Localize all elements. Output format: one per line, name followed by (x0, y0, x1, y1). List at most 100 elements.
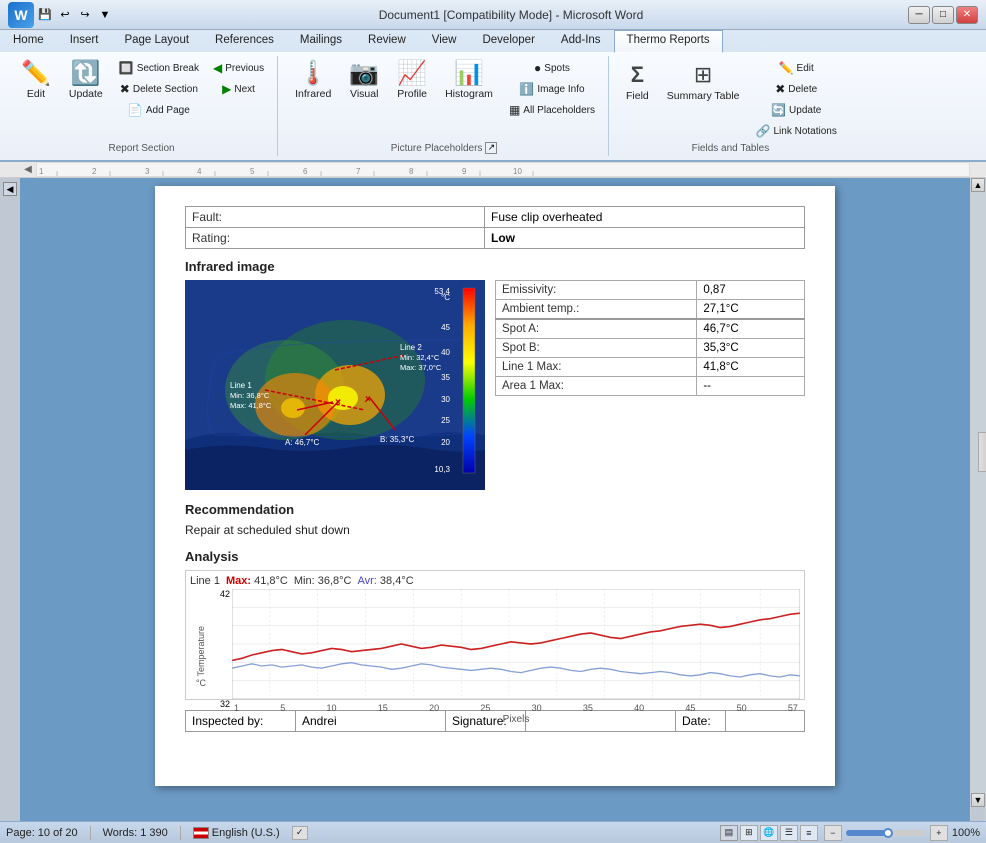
fields-edit-button[interactable]: ✏️ Edit (751, 58, 842, 78)
language-text: English (U.S.) (212, 827, 280, 839)
print-layout-button[interactable]: ▤ (720, 825, 738, 841)
zoom-slider[interactable] (846, 830, 926, 836)
update-icon: 🔃 (71, 62, 101, 86)
zoom-thumb[interactable] (883, 828, 893, 838)
min-value: 36,8°C (318, 575, 352, 587)
full-screen-button[interactable]: ⊞ (740, 825, 758, 841)
svg-text:45: 45 (441, 323, 450, 332)
summary-table-button[interactable]: ⊞ Summary Table (660, 58, 747, 106)
x-tick-45: 45 (685, 703, 695, 713)
infrared-button[interactable]: 🌡️ Infrared (288, 58, 338, 104)
fields-delete-button[interactable]: ✖ Delete (751, 79, 842, 99)
spelling-indicator[interactable]: ✓ (292, 826, 308, 840)
picture-dialog-launcher[interactable]: ↗ (485, 142, 497, 154)
x-tick-25: 25 (480, 703, 490, 713)
outline-button[interactable]: ☰ (780, 825, 798, 841)
scroll-thumb[interactable] (978, 432, 986, 472)
draft-button[interactable]: ≡ (800, 825, 818, 841)
view-buttons: ▤ ⊞ 🌐 ☰ ≡ (720, 825, 818, 841)
zoom-in-button[interactable]: + (930, 825, 948, 841)
fields-update-button[interactable]: 🔄 Update (751, 100, 842, 120)
title-bar-left: W 💾 ↩ ↪ ▼ (8, 2, 114, 28)
spotA-value: 46,7°C (697, 319, 805, 339)
svg-text:5: 5 (250, 167, 255, 176)
fault-row: Fault: Fuse clip overheated (186, 207, 805, 228)
scroll-down-button[interactable]: ▼ (971, 793, 985, 807)
tab-insert[interactable]: Insert (57, 30, 112, 52)
zoom-out-button[interactable]: − (824, 825, 842, 841)
fields-label: Fields and Tables (692, 141, 770, 154)
redo-qat[interactable]: ↪ (76, 6, 94, 24)
minimize-button[interactable]: ─ (908, 6, 930, 24)
min-label: Min: (294, 575, 315, 587)
status-bar: Page: 10 of 20 Words: 1 390 English (U.S… (0, 821, 986, 843)
right-scrollbar[interactable]: ▲ ▼ (970, 178, 986, 821)
delete-section-button[interactable]: ✖ Delete Section (114, 79, 204, 99)
zoom-percent: 100% (952, 827, 980, 839)
profile-button[interactable]: 📈 Profile (390, 58, 434, 104)
svg-text:B: 35,3°C: B: 35,3°C (380, 435, 415, 444)
tab-review[interactable]: Review (355, 30, 419, 52)
save-qat[interactable]: 💾 (36, 6, 54, 24)
svg-text:10: 10 (513, 167, 522, 176)
line1-legend-label: Line 1 (190, 575, 220, 587)
spots-button[interactable]: ● Spots (504, 58, 600, 78)
section-break-icon: 🔲 (119, 61, 134, 75)
tab-thermo-reports[interactable]: Thermo Reports (614, 30, 723, 53)
maximize-button[interactable]: □ (932, 6, 954, 24)
svg-text:7: 7 (356, 167, 361, 176)
edit-button[interactable]: ✏️ Edit (14, 58, 58, 104)
avr-value: 38,4°C (380, 575, 414, 587)
scroll-up-button[interactable]: ▲ (971, 178, 985, 192)
next-icon: ▶ (222, 82, 231, 96)
next-button[interactable]: ▶ Next (208, 79, 269, 99)
qat-dropdown[interactable]: ▼ (96, 6, 114, 24)
area1max-row: Area 1 Max: -- (496, 377, 805, 396)
emissivity-value: 0,87 (697, 281, 805, 300)
previous-button[interactable]: ◀ Previous (208, 58, 269, 78)
svg-text:6: 6 (303, 167, 308, 176)
avr-label: Avr: (357, 575, 376, 587)
fields-delete-icon: ✖ (775, 82, 785, 96)
tab-home[interactable]: Home (0, 30, 57, 52)
tab-references[interactable]: References (202, 30, 287, 52)
chart-with-axes: Temperature °C 42 32 (190, 589, 800, 725)
histogram-button[interactable]: 📊 Histogram (438, 58, 500, 104)
document-area[interactable]: Fault: Fuse clip overheated Rating: Low … (20, 178, 970, 821)
ribbon-group-fields: Σ Field ⊞ Summary Table ✏️ Edit ✖ Delete (611, 56, 850, 156)
emissivity-row: Emissivity: 0,87 (496, 281, 805, 300)
all-placeholders-button[interactable]: ▦ All Placeholders (504, 100, 600, 120)
section-break-button[interactable]: 🔲 Section Break (114, 58, 204, 78)
spotB-value: 35,3°C (697, 339, 805, 358)
link-notations-button[interactable]: 🔗 Link Notations (751, 121, 842, 141)
web-layout-button[interactable]: 🌐 (760, 825, 778, 841)
words-status: Words: 1 390 (103, 827, 168, 839)
y-axis-label: Temperature (196, 626, 206, 677)
tab-mailings[interactable]: Mailings (287, 30, 355, 52)
undo-qat[interactable]: ↩ (56, 6, 74, 24)
image-info-button[interactable]: ℹ️ Image Info (504, 79, 600, 99)
ribbon-group-picture: 🌡️ Infrared 📷 Visual 📈 Profile 📊 Histogr… (280, 56, 609, 156)
tab-developer[interactable]: Developer (469, 30, 547, 52)
histogram-icon: 📊 (454, 62, 484, 86)
fields-update-icon: 🔄 (771, 103, 786, 117)
tab-view[interactable]: View (419, 30, 470, 52)
add-page-button[interactable]: 📄 Add Page (114, 100, 204, 120)
x-tick-20: 20 (429, 703, 439, 713)
tab-add-ins[interactable]: Add-Ins (548, 30, 614, 52)
window-title: Document1 [Compatibility Mode] - Microso… (114, 8, 908, 22)
close-button[interactable]: ✕ (956, 6, 978, 24)
recommendation-title: Recommendation (185, 502, 805, 517)
svg-text:Line 1: Line 1 (230, 381, 252, 390)
tab-page-layout[interactable]: Page Layout (111, 30, 202, 52)
chart-legend: Line 1 Max: 41,8°C Min: 36,8°C Avr: 38,4… (190, 575, 800, 587)
fault-label: Fault: (186, 207, 485, 228)
update-button[interactable]: 🔃 Update (62, 58, 110, 104)
ribbon: Home Insert Page Layout References Maili… (0, 30, 986, 162)
svg-text:25: 25 (441, 416, 450, 425)
field-button[interactable]: Σ Field (619, 58, 656, 106)
picture-label: Picture Placeholders (391, 141, 483, 154)
visual-button[interactable]: 📷 Visual (342, 58, 386, 104)
emissivity-label: Emissivity: (496, 281, 697, 300)
fault-table: Fault: Fuse clip overheated Rating: Low (185, 206, 805, 249)
